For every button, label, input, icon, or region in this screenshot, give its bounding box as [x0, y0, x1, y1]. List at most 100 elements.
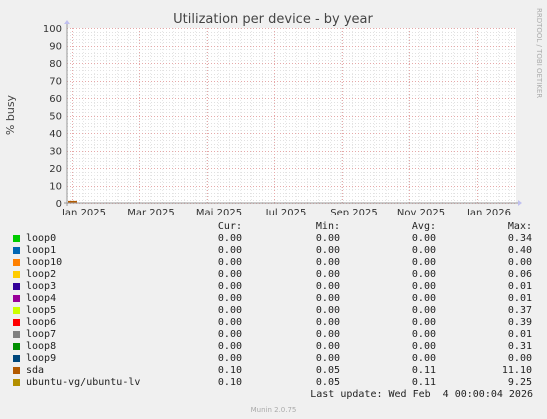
legend-name: loop8 [26, 341, 57, 352]
legend-name: loop4 [26, 293, 57, 304]
utilization-chart: Utilization per device - by year % busy … [4, 8, 543, 215]
legend-swatch [13, 295, 20, 302]
legend-row-loop2: loop2 0.00 0.00 0.00 0.06 [12, 269, 540, 281]
legend-value-min: 0.00 [315, 353, 340, 364]
legend-value-min: 0.00 [315, 233, 340, 244]
legend-value-cur: 0.10 [217, 377, 242, 388]
legend-value-max: 11.10 [501, 365, 532, 376]
legend-value-avg: 0.00 [411, 317, 436, 328]
legend-value-max: 0.01 [507, 293, 532, 304]
x-axis-arrow [518, 200, 522, 206]
legend-name: loop7 [26, 329, 57, 340]
legend-value-cur: 0.00 [217, 341, 242, 352]
legend-name: loop9 [26, 353, 57, 364]
legend-name: loop3 [26, 281, 57, 292]
legend-value-cur: 0.10 [217, 365, 242, 376]
legend-row-loop6: loop6 0.00 0.00 0.00 0.39 [12, 317, 540, 329]
legend-value-avg: 0.00 [411, 329, 436, 340]
legend-value-min: 0.00 [315, 341, 340, 352]
legend-value-max: 0.06 [507, 269, 532, 280]
header-max: Max: [507, 221, 532, 232]
x-tick-label: Jan 2025 [61, 208, 106, 215]
legend-value-cur: 0.00 [217, 233, 242, 244]
header-min: Min: [315, 221, 340, 232]
legend-swatch [13, 331, 20, 338]
legend-value-min: 0.00 [315, 245, 340, 256]
legend-swatch [13, 247, 20, 254]
legend-value-cur: 0.00 [217, 281, 242, 292]
x-tick-label: Mai 2025 [196, 208, 242, 215]
legend-row-loop9: loop9 0.00 0.00 0.00 0.00 [12, 353, 540, 365]
legend-value-max: 0.00 [507, 353, 532, 364]
legend-row-loop4: loop4 0.00 0.00 0.00 0.01 [12, 293, 540, 305]
legend-swatch [13, 367, 20, 374]
legend-name: ubuntu-vg/ubuntu-lv [26, 377, 141, 388]
legend-value-cur: 0.00 [217, 305, 242, 316]
legend-header: Cur: Min: Avg: Max: [12, 221, 540, 233]
legend-value-cur: 0.00 [217, 257, 242, 268]
header-cur: Cur: [217, 221, 242, 232]
y-tick-label: 40 [49, 129, 62, 140]
legend-value-avg: 0.00 [411, 281, 436, 292]
legend: Cur: Min: Avg: Max: loop0 0.00 0.00 0.00 0.3… [12, 221, 540, 389]
legend-value-cur: 0.00 [217, 245, 242, 256]
legend-value-min: 0.00 [315, 317, 340, 328]
legend-value-min: 0.00 [315, 257, 340, 268]
y-tick-label: 90 [49, 42, 62, 53]
legend-row-loop8: loop8 0.00 0.00 0.00 0.31 [12, 341, 540, 353]
legend-value-cur: 0.00 [217, 353, 242, 364]
legend-swatch [13, 259, 20, 266]
legend-name: loop2 [26, 269, 57, 280]
legend-value-max: 0.39 [507, 317, 532, 328]
legend-value-avg: 0.00 [411, 257, 436, 268]
legend-swatch [13, 307, 20, 314]
legend-value-cur: 0.00 [217, 317, 242, 328]
legend-swatch [13, 343, 20, 350]
footer: Munin 2.0.75 [250, 406, 297, 414]
y-tick-label: 70 [49, 77, 62, 88]
legend-name: loop1 [26, 245, 57, 256]
x-tick-labels: Jan 2025 Mar 2025 Mai 2025 Jul 2025 Sep 2025… [61, 208, 511, 215]
legend-value-cur: 0.00 [217, 329, 242, 340]
legend-swatch [13, 355, 20, 362]
legend-value-min: 0.00 [315, 305, 340, 316]
legend-value-cur: 0.00 [217, 269, 242, 280]
last-update: Last update: Wed Feb 4 00:00:04 2026 [310, 389, 533, 400]
legend-value-min: 0.05 [315, 365, 340, 376]
legend-value-min: 0.05 [315, 377, 340, 388]
y-tick-label: 100 [43, 24, 62, 35]
header-avg: Avg: [411, 221, 436, 232]
legend-row-loop7: loop7 0.00 0.00 0.00 0.01 [12, 329, 540, 341]
x-tick-label: Mar 2025 [127, 208, 175, 215]
x-tick-label: Nov 2025 [397, 208, 445, 215]
chart-title: Utilization per device - by year [173, 12, 373, 27]
legend-name: loop10 [26, 257, 63, 268]
legend-value-max: 0.00 [507, 257, 532, 268]
legend-row-loop10: loop10 0.00 0.00 0.00 0.00 [12, 257, 540, 269]
y-tick-label: 60 [49, 94, 62, 105]
legend-value-avg: 0.11 [411, 377, 436, 388]
y-tick-labels: 0102030405060708090100 [43, 24, 62, 210]
legend-rows: loop0 0.00 0.00 0.00 0.34 loop1 0.00 0.00 0.00 0.… [12, 233, 540, 389]
vendor-watermark: RRDTOOL / TOBI OETIKER [535, 8, 543, 98]
legend-value-min: 0.00 [315, 281, 340, 292]
legend-value-avg: 0.00 [411, 293, 436, 304]
legend-row-loop1: loop1 0.00 0.00 0.00 0.40 [12, 245, 540, 257]
legend-row-sda: sda 0.10 0.05 0.11 11.10 [12, 365, 540, 377]
legend-value-max: 0.34 [507, 233, 532, 244]
legend-value-max: 0.31 [507, 341, 532, 352]
x-tick-label: Jan 2026 [466, 208, 511, 215]
legend-swatch [13, 379, 20, 386]
x-tick-label: Sep 2025 [330, 208, 377, 215]
legend-value-max: 0.37 [507, 305, 532, 316]
legend-value-avg: 0.00 [411, 305, 436, 316]
legend-value-avg: 0.00 [411, 269, 436, 280]
legend-value-min: 0.00 [315, 329, 340, 340]
x-tick-label: Jul 2025 [265, 208, 307, 215]
legend-row-loop0: loop0 0.00 0.00 0.00 0.34 [12, 233, 540, 245]
legend-name: loop5 [26, 305, 57, 316]
y-tick-label: 30 [49, 147, 62, 158]
y-tick-label: 10 [49, 182, 62, 193]
legend-swatch [13, 283, 20, 290]
y-tick-label: 20 [49, 164, 62, 175]
